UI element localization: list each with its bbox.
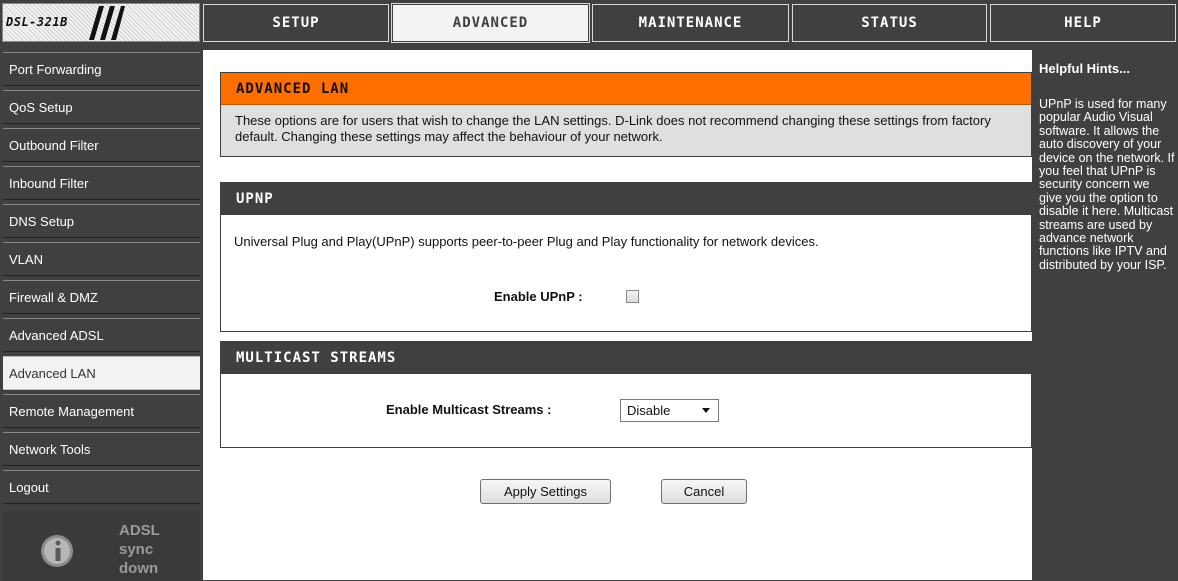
multicast-section: MULTICAST STREAMS Enable Multicast Strea… (220, 341, 1032, 448)
helpful-hints-panel: Helpful Hints... UPnP is used for many p… (1032, 50, 1178, 580)
adsl-status-line-1: ADSL (119, 522, 160, 539)
sidebar: Port Forwarding QoS Setup Outbound Filte… (0, 50, 203, 581)
adsl-status-line-3: down (119, 560, 159, 577)
sidebar-item-port-forwarding[interactable]: Port Forwarding (3, 52, 200, 86)
adsl-sync-status: ADSL sync down (119, 521, 160, 578)
enable-upnp-checkbox[interactable] (626, 290, 639, 303)
enable-multicast-label: Enable Multicast Streams : (386, 402, 552, 417)
hints-title: Helpful Hints... (1039, 61, 1130, 76)
adsl-status-line-2: sync (119, 541, 154, 558)
section-title: MULTICAST STREAMS (221, 342, 1031, 374)
sidebar-item-firewall-dmz[interactable]: Firewall & DMZ (3, 280, 200, 314)
sidebar-item-inbound-filter[interactable]: Inbound Filter (3, 166, 200, 200)
sidebar-item-outbound-filter[interactable]: Outbound Filter (3, 128, 200, 162)
tab-advanced[interactable]: ADVANCED (391, 3, 590, 43)
cancel-button[interactable]: Cancel (661, 479, 747, 504)
tab-setup[interactable]: SETUP (203, 4, 389, 42)
section-title: ADVANCED LAN (221, 73, 1031, 105)
intro-description: These options are for users that wish to… (221, 105, 1031, 156)
info-icon (41, 535, 73, 567)
model-name: DSL-321B (6, 15, 68, 29)
logo-slashes-icon (89, 6, 125, 40)
sidebar-item-logout[interactable]: Logout (3, 470, 200, 504)
sidebar-item-qos-setup[interactable]: QoS Setup (3, 90, 200, 124)
apply-settings-button[interactable]: Apply Settings (480, 479, 611, 504)
multicast-streams-select[interactable]: Disable (620, 399, 719, 422)
upnp-section: UPNP Universal Plug and Play(UPnP) suppo… (220, 182, 1032, 332)
sidebar-item-advanced-adsl[interactable]: Advanced ADSL (3, 318, 200, 352)
sidebar-item-advanced-lan[interactable]: Advanced LAN (3, 356, 200, 390)
sidebar-item-network-tools[interactable]: Network Tools (3, 432, 200, 466)
hints-text: UPnP is used for many popular Audio Visu… (1039, 97, 1175, 272)
enable-upnp-label: Enable UPnP : (494, 289, 583, 304)
tab-help[interactable]: HELP (990, 4, 1176, 42)
multicast-selected-value: Disable (627, 403, 671, 418)
advanced-lan-section: ADVANCED LAN These options are for users… (220, 72, 1032, 157)
top-navigation-bar: DSL-321B SETUP ADVANCED MAINTENANCE STAT… (0, 0, 1178, 46)
sidebar-item-vlan[interactable]: VLAN (3, 242, 200, 276)
brand-logo: DSL-321B (2, 3, 200, 42)
tab-status[interactable]: STATUS (792, 4, 987, 42)
tab-maintenance[interactable]: MAINTENANCE (592, 4, 789, 42)
upnp-description: Universal Plug and Play(UPnP) supports p… (234, 234, 819, 249)
sidebar-item-dns-setup[interactable]: DNS Setup (3, 204, 200, 238)
adsl-status-panel: ADSL sync down (3, 511, 200, 581)
chevron-down-icon (702, 408, 710, 413)
main-content: ADVANCED LAN These options are for users… (203, 50, 1032, 580)
sidebar-item-remote-management[interactable]: Remote Management (3, 394, 200, 428)
section-title: UPNP (221, 183, 1031, 215)
